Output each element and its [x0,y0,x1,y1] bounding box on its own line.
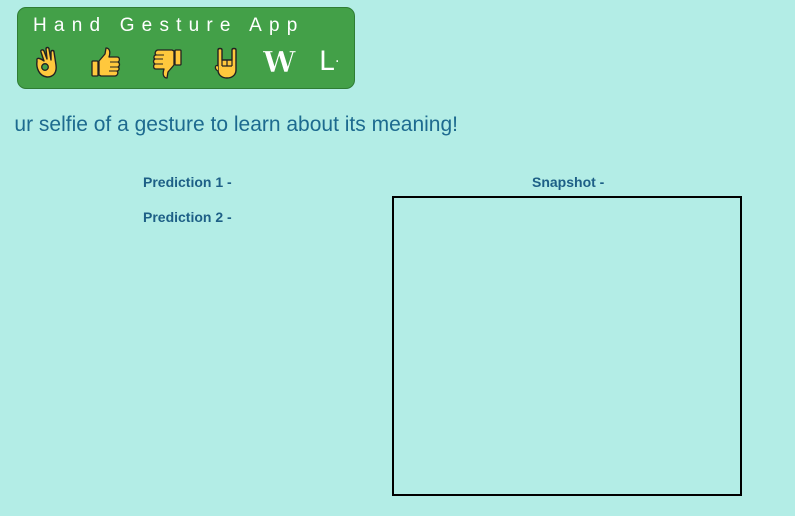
app-title: Hand Gesture App [33,15,305,36]
prediction-1-label: Prediction 1 - [143,174,232,190]
prediction-2-label: Prediction 2 - [143,209,232,225]
page: Hand Gesture App W L· ur selfie of a ges… [0,0,795,516]
snapshot-label: Snapshot - [532,174,605,190]
instruction-text: ur selfie of a gesture to learn about it… [14,113,458,136]
letter-w-icon: W [263,45,296,80]
thumbs-down-icon [152,49,182,79]
ok-hand-icon [36,46,57,78]
app-title-card: Hand Gesture App W L· [17,7,355,89]
rock-on-icon [214,47,237,79]
letter-l-icon: L· [319,46,340,77]
snapshot-frame [392,196,742,496]
thumbs-up-icon [91,47,121,77]
